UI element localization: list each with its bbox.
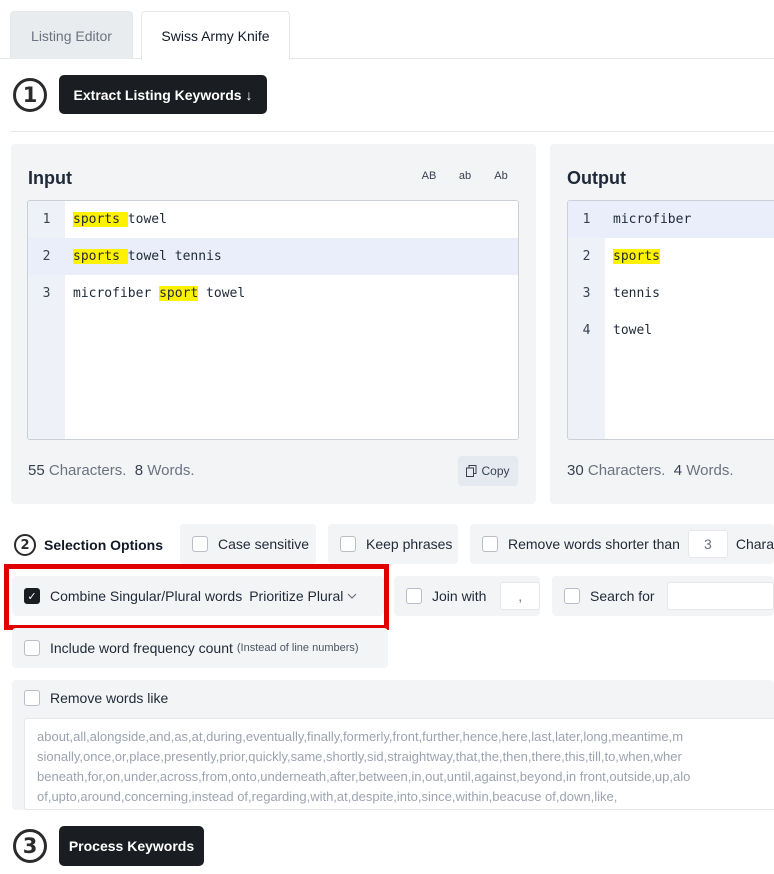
input-title: Input (28, 168, 72, 188)
line-text: sports towel (65, 212, 167, 227)
case-sensitive-label: Case sensitive (218, 536, 310, 552)
uppercase-button[interactable]: AB (411, 170, 447, 182)
highlighted-word: sports (73, 212, 128, 227)
output-word-count: 4 (673, 462, 683, 479)
include-frequency-label: Include word frequency count (50, 640, 233, 656)
remove-words-line: about,all,alongside,and,as,at,during,eve… (37, 729, 684, 744)
line-number: 4 (582, 323, 591, 338)
remove-words-line: beneath,for,on,under,across,from,onto,un… (37, 769, 691, 784)
line-number: 3 (582, 286, 591, 301)
line-number: 1 (582, 212, 591, 227)
case-sensitive-option[interactable]: Case sensitive (180, 524, 316, 564)
remove-shorter-checkbox[interactable] (482, 536, 498, 552)
line-number: 3 (42, 286, 51, 301)
remove-shorter-suffix: Chara (735, 536, 774, 552)
titlecase-button[interactable]: Ab (483, 170, 519, 182)
line-number: 2 (582, 249, 591, 264)
word: tennis (613, 286, 660, 301)
case-sensitive-checkbox[interactable] (192, 536, 208, 552)
highlighted-word: sport (159, 286, 199, 301)
case-buttons: AB ab Ab (411, 170, 519, 182)
step-2-icon: 2 (14, 534, 36, 556)
editor-line: 4 towel (568, 312, 774, 349)
input-word-label: Words. (147, 462, 195, 479)
remove-like-checkbox[interactable] (24, 690, 40, 706)
input-stats: 55 Characters. 8 Words. (28, 462, 194, 479)
highlighted-word: sports (613, 249, 660, 264)
search-for-option[interactable]: Search for (552, 576, 774, 616)
editor-line: 3 tennis (568, 275, 774, 312)
output-char-count: 30 (567, 462, 584, 479)
word: towel (198, 286, 246, 301)
min-length-input[interactable]: 3 (687, 530, 728, 558)
include-frequency-note: (Instead of line numbers) (236, 642, 359, 654)
search-for-input[interactable] (666, 582, 774, 610)
line-text: microfiber (605, 212, 691, 227)
input-word-count: 8 (134, 462, 144, 479)
include-frequency-option[interactable]: Include word frequency count (Instead of… (12, 628, 388, 668)
word: towel (613, 323, 653, 338)
line-number: 2 (42, 249, 51, 264)
word: towel (127, 212, 167, 227)
search-for-label: Search for (590, 588, 655, 604)
keep-phrases-label: Keep phrases (366, 536, 453, 552)
line-text: microfiber sport towel (65, 286, 245, 301)
editor-line: 2 sports (568, 238, 774, 275)
lowercase-button[interactable]: ab (447, 170, 483, 182)
selection-options-label: Selection Options (44, 537, 164, 553)
remove-words-line: sionally,once,or,place,presently,prior,q… (37, 749, 682, 764)
highlighted-word: sports (73, 249, 128, 264)
line-text: sports towel tennis (65, 249, 222, 264)
copy-label: Copy (481, 464, 510, 478)
tab-swiss-army-knife[interactable]: Swiss Army Knife (141, 11, 290, 60)
join-with-checkbox[interactable] (406, 588, 422, 604)
word: microfiber (73, 286, 160, 301)
copy-button[interactable]: Copy (458, 456, 518, 486)
tab-listing-editor[interactable]: Listing Editor (10, 11, 133, 59)
join-with-input[interactable]: , (500, 582, 540, 610)
extract-keywords-button[interactable]: Extract Listing Keywords ↓ (59, 75, 267, 114)
output-char-label: Characters. (587, 462, 666, 479)
input-char-label: Characters. (48, 462, 127, 479)
line-text: towel (605, 323, 652, 338)
annotation-highlight-box (4, 564, 389, 630)
divider (10, 131, 774, 132)
process-keywords-button[interactable]: Process Keywords (59, 826, 204, 866)
keep-phrases-option[interactable]: Keep phrases (328, 524, 458, 564)
remove-like-label: Remove words like (50, 690, 169, 706)
remove-words-line: of,upto,around,concerning,instead of,reg… (37, 789, 618, 804)
include-frequency-checkbox[interactable] (24, 640, 40, 656)
editor-line: 3 microfiber sport towel (28, 275, 518, 312)
join-with-option[interactable]: Join with , (394, 576, 540, 616)
input-char-count: 55 (28, 462, 45, 479)
output-word-label: Words. (686, 462, 734, 479)
word: towel tennis (127, 249, 222, 264)
output-editor[interactable]: 1 microfiber 2 sports 3 tennis 4 towel (567, 200, 774, 440)
editor-line: 1 sports towel (28, 201, 518, 238)
line-text: tennis (605, 286, 660, 301)
tab-bar: Listing Editor Swiss Army Knife (0, 0, 774, 60)
step-3-icon: 3 (13, 829, 47, 863)
editor-line: 2 sports towel tennis (28, 238, 518, 275)
step-1-icon: 1 (13, 78, 47, 112)
remove-shorter-label: Remove words shorter than (508, 536, 680, 552)
word: microfiber (613, 212, 692, 227)
line-text: sports (605, 249, 660, 264)
editor-line: 1 microfiber (568, 201, 774, 238)
output-title: Output (567, 168, 626, 188)
input-editor[interactable]: 1 sports towel 2 sports towel tennis 3 microf… (27, 200, 519, 440)
remove-like-option[interactable]: Remove words like (12, 680, 312, 716)
remove-words-textarea[interactable]: about,all,alongside,and,as,at,during,eve… (24, 718, 774, 810)
search-for-checkbox[interactable] (564, 588, 580, 604)
remove-shorter-option[interactable]: Remove words shorter than 3 Chara (470, 524, 774, 564)
output-stats: 30 Characters. 4 Words. (567, 462, 733, 479)
keep-phrases-checkbox[interactable] (340, 536, 356, 552)
line-number: 1 (42, 212, 51, 227)
copy-icon (466, 465, 477, 477)
join-with-label: Join with (432, 588, 487, 604)
